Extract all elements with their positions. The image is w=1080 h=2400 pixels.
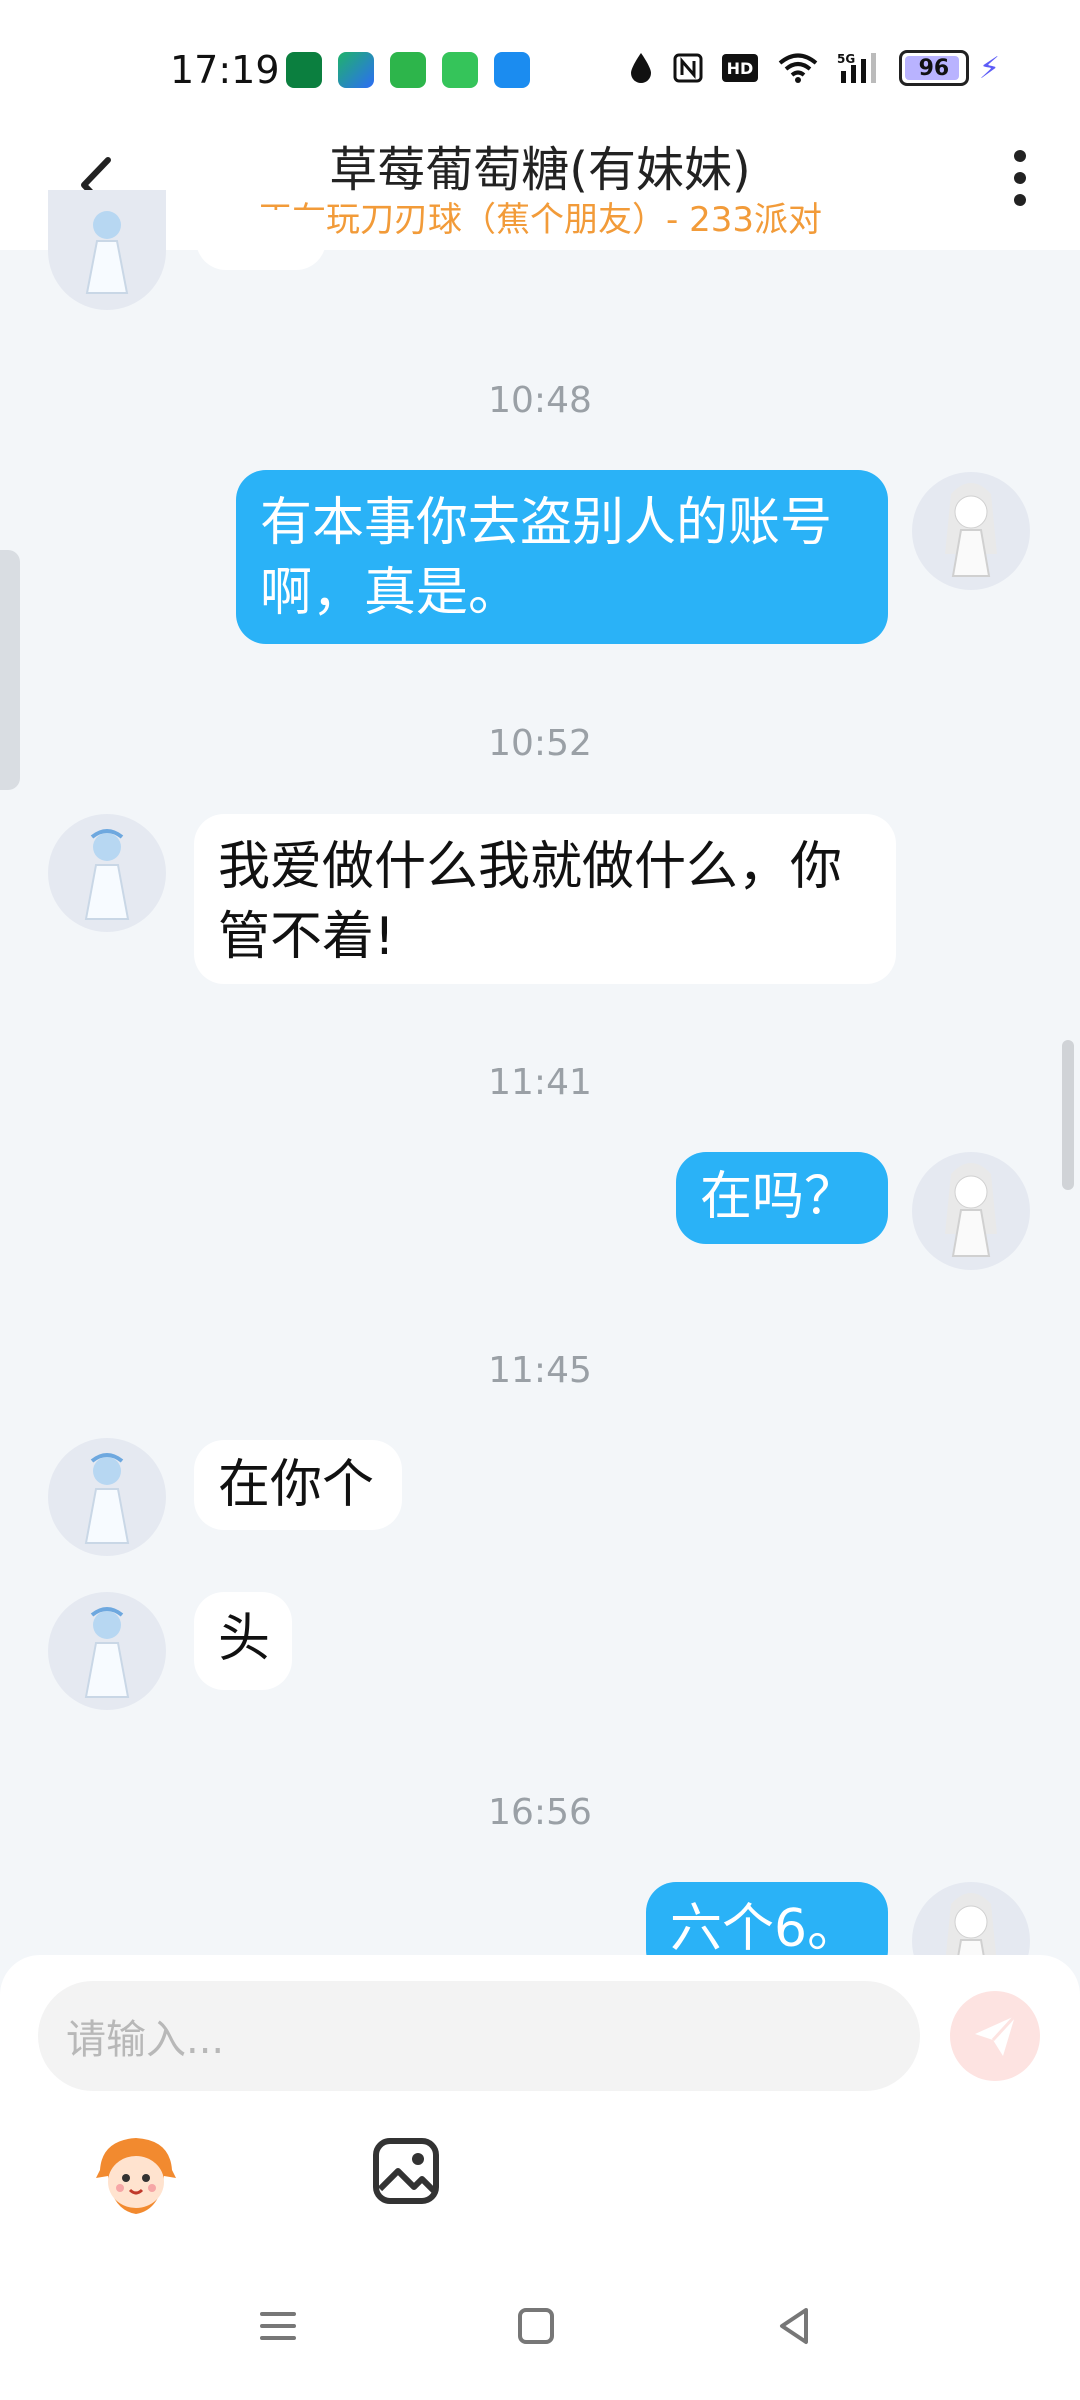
send-icon (975, 2014, 1017, 2056)
outgoing-message[interactable]: 在吗？ (676, 1152, 888, 1244)
oppo-app-icon (286, 52, 322, 88)
charging-bolt-icon: ⚡ (978, 50, 1000, 86)
browser-icon (494, 52, 530, 88)
svg-text:5G: 5G (837, 52, 855, 66)
message-input[interactable]: 请输入... (38, 1981, 920, 2091)
more-icon (1014, 150, 1026, 162)
contact-avatar[interactable] (48, 190, 166, 310)
game-center-icon (338, 52, 374, 88)
hamburger-icon (260, 2312, 296, 2340)
signal-5g-icon: 5G (837, 51, 881, 85)
wifi-icon (777, 51, 819, 85)
incoming-message[interactable]: 头 (194, 1592, 292, 1690)
image-button[interactable] (370, 2135, 442, 2207)
drop-icon (627, 51, 655, 85)
status-app-icons (286, 52, 530, 88)
emoji-icon (96, 2138, 176, 2214)
status-time: 17:19 (170, 48, 280, 92)
more-icon-dot (1014, 172, 1026, 184)
contact-avatar[interactable] (48, 814, 166, 932)
status-system-icons: HD 5G 96 ⚡ (627, 50, 1000, 86)
chat-messages[interactable]: 10:48 有本事你去盗别人的账号啊，真是。 10:52 我爱做什么我就做什么，… (0, 190, 1080, 2000)
send-button[interactable] (950, 1991, 1040, 2081)
store-icon (390, 52, 426, 88)
more-icon-dot (1014, 194, 1026, 206)
contact-avatar[interactable] (48, 1592, 166, 1710)
menu-nav-button[interactable] (250, 2298, 306, 2354)
triangle-back-icon (780, 2308, 808, 2344)
my-avatar[interactable] (912, 1152, 1030, 1270)
square-icon (518, 2308, 554, 2344)
timestamp: 11:41 (488, 1062, 592, 1103)
incoming-message[interactable]: 我爱做什么我就做什么，你管不着! (194, 814, 896, 984)
outgoing-message[interactable]: 有本事你去盗别人的账号啊，真是。 (236, 470, 888, 644)
contact-avatar[interactable] (48, 1438, 166, 1556)
nfc-icon (673, 51, 703, 85)
message-bubble-partial[interactable] (196, 210, 326, 270)
home-nav-button[interactable] (508, 2298, 564, 2354)
image-icon (373, 2138, 439, 2204)
status-bar: 17:19 HD 5G 96 ⚡ (0, 0, 1080, 120)
incoming-message[interactable]: 在你个 (194, 1440, 402, 1530)
messages-icon (442, 52, 478, 88)
system-navbar (0, 2250, 1080, 2400)
message-input-placeholder: 请输入... (66, 2017, 225, 2063)
timestamp: 11:45 (488, 1350, 592, 1391)
back-nav-button[interactable] (766, 2298, 822, 2354)
composer: 请输入... (0, 1955, 1080, 2400)
more-options-button[interactable] (1008, 150, 1032, 210)
battery-icon: 96 (898, 50, 969, 86)
timestamp: 10:52 (488, 723, 592, 764)
timestamp: 16:56 (488, 1792, 592, 1833)
svg-text:HD: HD (727, 59, 754, 78)
hd-icon: HD (721, 51, 759, 85)
timestamp: 10:48 (488, 380, 592, 421)
my-avatar[interactable] (912, 472, 1030, 590)
emoji-button[interactable] (90, 2130, 182, 2222)
